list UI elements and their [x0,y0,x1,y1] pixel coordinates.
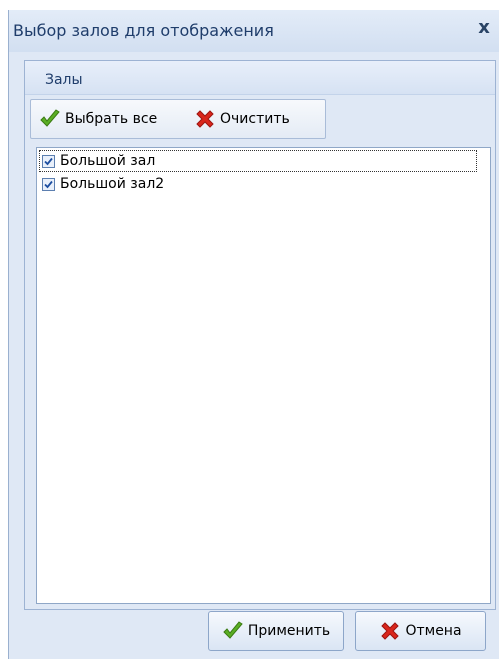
cancel-button[interactable]: Отмена [355,611,486,651]
apply-button[interactable]: Применить [208,611,344,651]
list-toolbar: Выбрать все Очистить [30,99,326,139]
red-x-icon [381,622,400,640]
title-bar[interactable]: Выбор залов для отображения x [9,10,499,52]
checkbox[interactable] [42,154,55,168]
list-item[interactable]: Большой зал [39,150,477,172]
check-icon [44,180,53,188]
close-icon[interactable]: x [475,19,493,37]
checkbox[interactable] [42,177,55,191]
red-x-icon [196,110,214,128]
list-item-label: Большой зал2 [60,176,165,192]
window-title: Выбор залов для отображения [13,21,274,40]
apply-label: Применить [247,623,331,639]
group-header: Залы [25,61,495,95]
select-all-button[interactable]: Выбрать все [39,100,157,138]
list-item[interactable]: Большой зал2 [39,173,164,195]
cancel-label: Отмена [405,623,462,639]
check-icon [44,157,53,165]
checkmark-icon [223,621,243,639]
clear-label: Очистить [220,111,290,127]
hall-selection-dialog: Выбор залов для отображения x Залы Выбра… [8,10,499,659]
clear-button[interactable]: Очистить [194,100,290,138]
halls-list[interactable]: Большой зал Большой зал2 [36,147,491,604]
halls-group: Залы Выбрать все Очистить Большой зал Бо… [24,60,496,610]
group-title: Залы [45,72,83,88]
select-all-label: Выбрать все [65,111,158,127]
list-item-label: Большой зал [60,153,156,169]
checkmark-icon [40,109,60,127]
